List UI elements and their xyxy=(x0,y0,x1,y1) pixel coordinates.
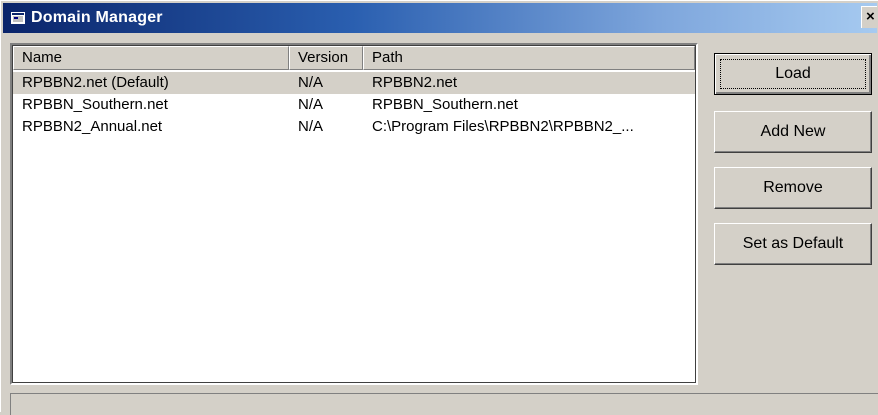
column-header-name[interactable]: Name xyxy=(13,46,289,70)
close-icon: × xyxy=(866,8,875,25)
item-name: RPBBN2_Annual.net xyxy=(22,118,163,135)
item-name: RPBBN_Southern.net xyxy=(22,96,168,113)
list-item-rpbbn2[interactable]: RPBBN2.net (Default) N/A RPBBN2.net xyxy=(13,72,695,94)
item-version: N/A xyxy=(298,96,324,113)
title-bar[interactable]: Domain Manager × xyxy=(3,3,877,33)
list-header: Name Version Path xyxy=(13,46,695,70)
load-button[interactable]: Load xyxy=(714,53,872,95)
column-header-path[interactable]: Path xyxy=(363,46,695,70)
add-new-button[interactable]: Add New xyxy=(714,111,872,153)
domain-manager-window: Domain Manager × Name Version Path RPBBN… xyxy=(0,0,878,415)
window-title: Domain Manager xyxy=(31,9,163,26)
item-path: RPBBN2.net xyxy=(372,74,458,91)
load-button-label: Load xyxy=(720,59,866,89)
item-version: N/A xyxy=(298,118,324,135)
column-header-version[interactable]: Version xyxy=(289,46,363,70)
item-path: RPBBN_Southern.net xyxy=(372,96,518,113)
set-as-default-button[interactable]: Set as Default xyxy=(714,223,872,265)
item-name: RPBBN2.net (Default) xyxy=(22,74,169,91)
remove-button[interactable]: Remove xyxy=(714,167,872,209)
domain-list[interactable]: Name Version Path RPBBN2.net (Default) N… xyxy=(10,43,698,385)
item-version: N/A xyxy=(298,74,324,91)
list-item-rpbbn-southern[interactable]: RPBBN_Southern.net N/A RPBBN_Southern.ne… xyxy=(13,94,695,116)
close-button[interactable]: × xyxy=(861,6,877,28)
domain-manager-icon xyxy=(11,12,25,24)
item-path: C:\Program Files\RPBBN2\RPBBN2_... xyxy=(372,118,634,135)
list-item-rpbbn2-annual[interactable]: RPBBN2_Annual.net N/A C:\Program Files\R… xyxy=(13,116,695,138)
